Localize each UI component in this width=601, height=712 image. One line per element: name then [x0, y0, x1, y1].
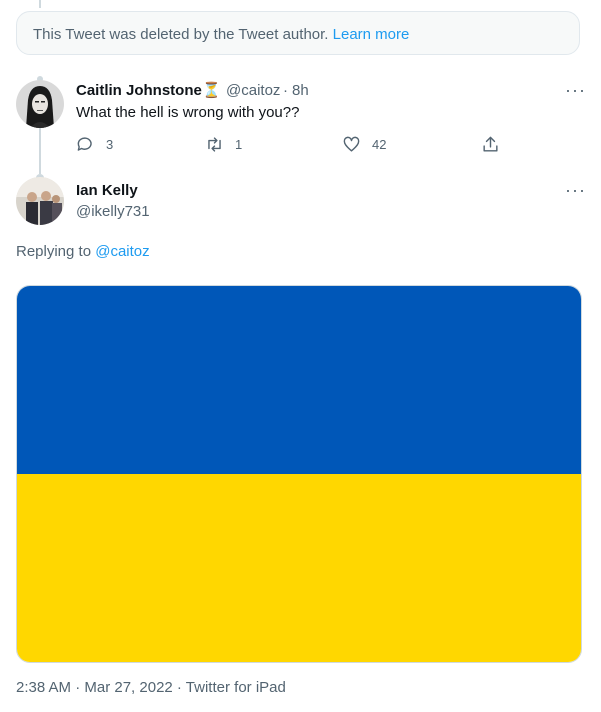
replying-to-link[interactable]: @caitoz [95, 243, 149, 260]
author-handle[interactable]: @caitoz [226, 82, 280, 99]
thread-line [39, 0, 41, 8]
reply-button[interactable]: 3 [76, 135, 113, 154]
reply-icon [77, 137, 92, 151]
reply-count: 3 [106, 137, 114, 152]
like-count: 42 [372, 137, 387, 152]
retweet-icon [208, 137, 221, 152]
share-button[interactable] [481, 135, 500, 154]
like-button[interactable]: 42 [342, 135, 386, 154]
avatar-photo-icon [16, 177, 64, 225]
avatar-ian[interactable] [16, 177, 64, 225]
author-name[interactable]: Caitlin Johnstone [76, 82, 202, 99]
deleted-tweet-notice: This Tweet was deleted by the Tweet auth… [16, 11, 580, 55]
deleted-notice-text: This Tweet was deleted by the Tweet auth… [33, 26, 410, 43]
more-options-icon[interactable]: ··· [565, 81, 586, 99]
meta-separator: · [283, 82, 288, 99]
author-handle[interactable]: @ikelly731 [76, 203, 150, 220]
learn-more-link[interactable]: Learn more [333, 26, 410, 43]
tweet-image[interactable] [16, 285, 582, 663]
retweet-button[interactable]: 1 [205, 135, 242, 154]
share-icon [483, 136, 498, 152]
retweet-count: 1 [235, 137, 243, 152]
tweet-time[interactable]: 8h [292, 82, 309, 99]
more-options-icon[interactable]: ··· [565, 181, 586, 199]
tweet-text: What the hell is wrong with you?? [76, 104, 300, 121]
tweet-metadata: 2:38 AM · Mar 27, 2022 · Twitter for iPa… [16, 679, 286, 696]
hourglass-icon: ⏳ [202, 82, 221, 99]
author-name[interactable]: Ian Kelly [76, 182, 138, 199]
avatar-caitlin[interactable] [16, 80, 64, 128]
replying-to: Replying to @caitoz [16, 243, 150, 260]
heart-icon [343, 136, 360, 152]
avatar-illustration-icon [16, 80, 64, 128]
flag-blue-stripe [17, 286, 581, 474]
thread-line [39, 128, 41, 174]
flag-yellow-stripe [17, 474, 581, 662]
